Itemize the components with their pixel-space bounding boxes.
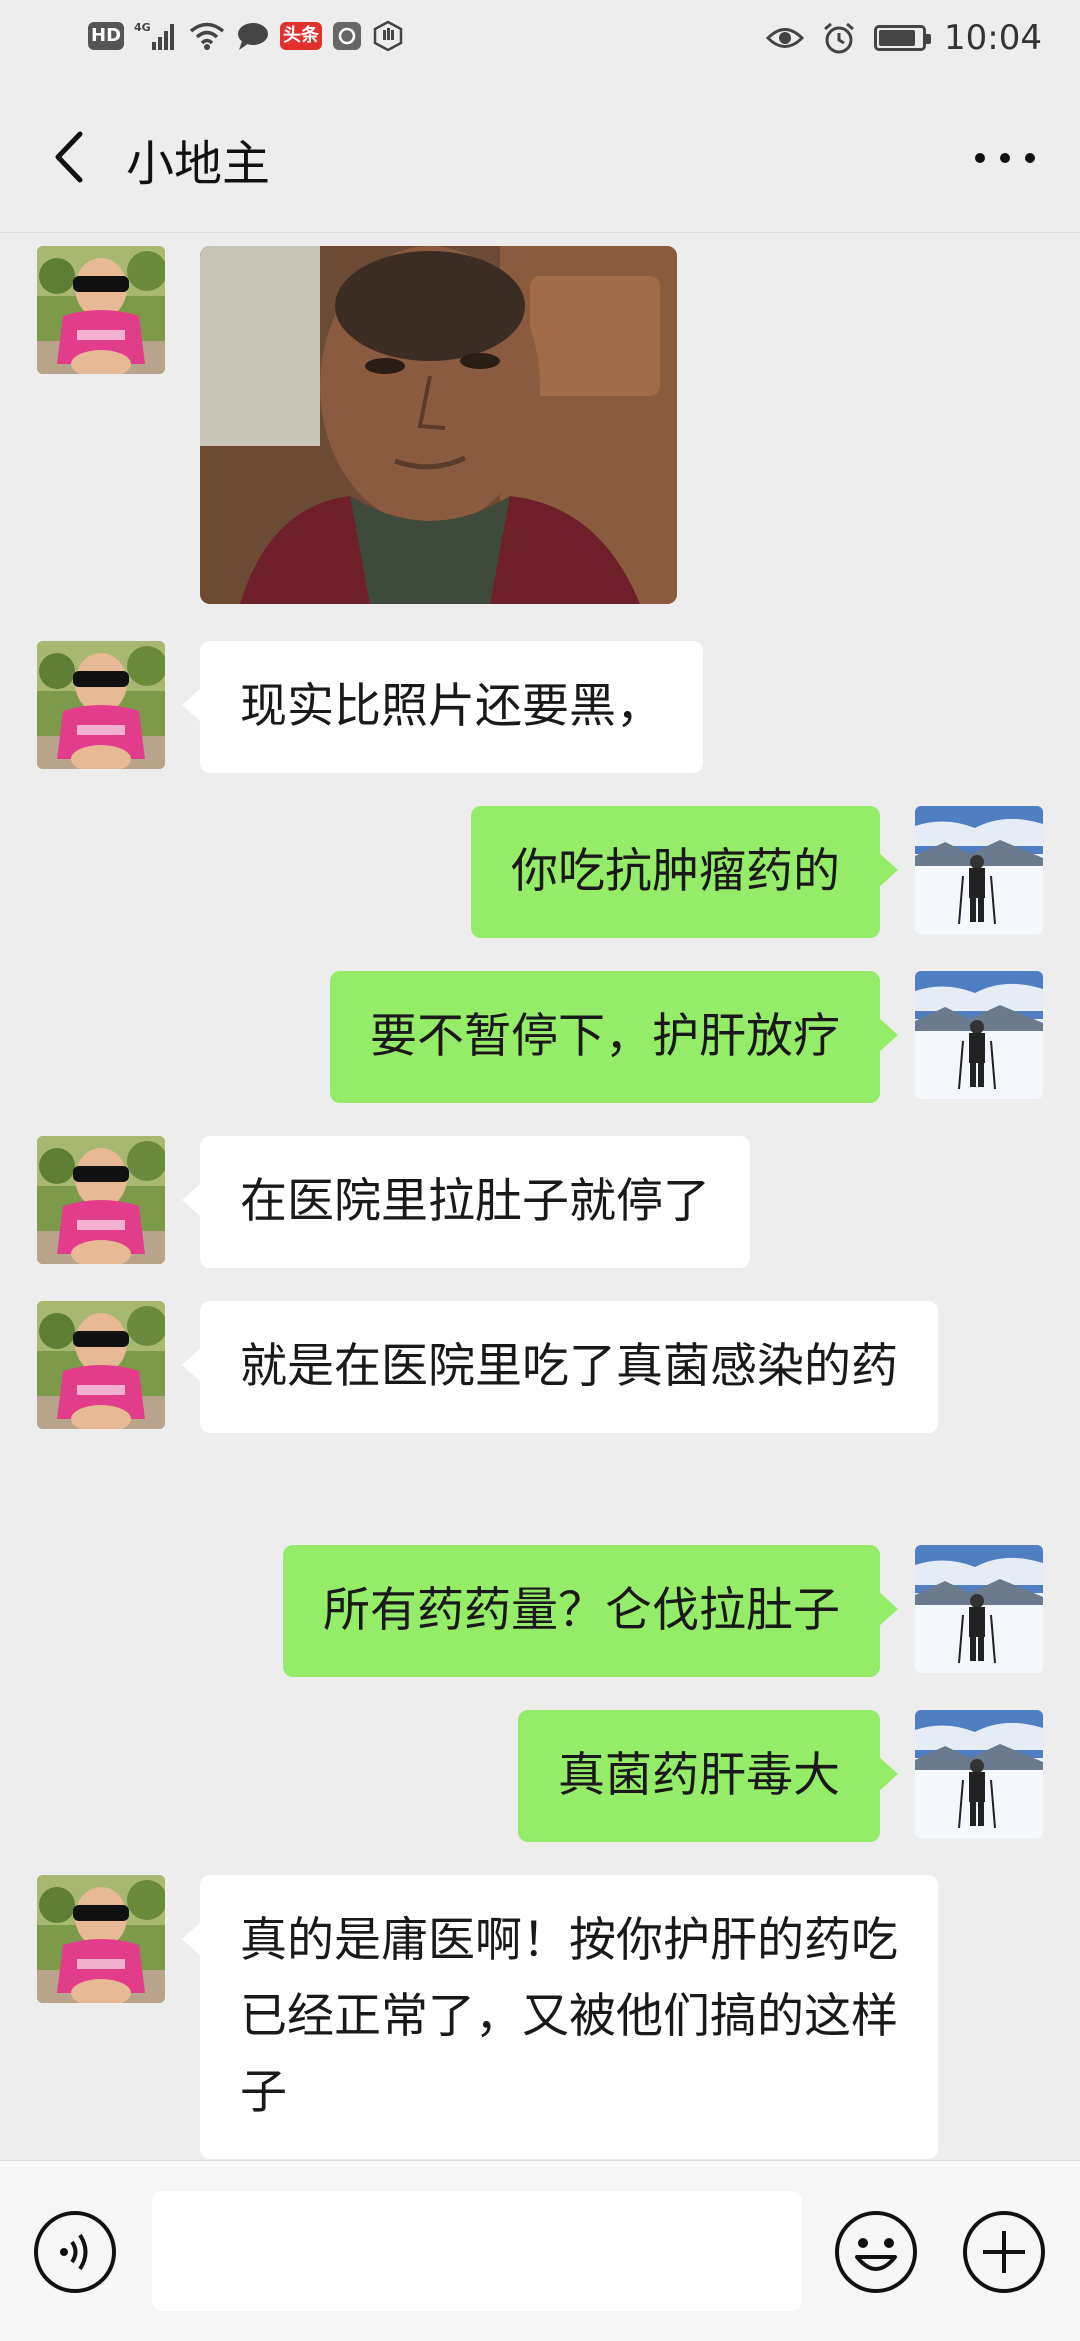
message-bubble-left[interactable]: 就是在医院里吃了真菌感染的药 (182, 1301, 938, 1433)
self-avatar[interactable] (915, 971, 1043, 1099)
message-bubble-left[interactable]: 在医院里拉肚子就停了 (182, 1136, 750, 1268)
status-right-icons: 10:04 (766, 18, 1042, 58)
hand-icon (373, 20, 403, 52)
input-bar (0, 2160, 1080, 2341)
plus-icon[interactable] (961, 2209, 1047, 2295)
contact-avatar[interactable] (37, 246, 165, 374)
self-avatar[interactable] (915, 806, 1043, 934)
message-bubble-right[interactable]: 所有药药量？仑伐拉肚子 (283, 1545, 898, 1677)
message-bubble-right[interactable]: 真菌药肝毒大 (518, 1710, 898, 1842)
message-bubble-right[interactable]: 要不暂停下，护肝放疗 (330, 971, 898, 1103)
message-bubble-left[interactable]: 现实比照片还要黑， (182, 641, 703, 773)
self-avatar[interactable] (915, 1545, 1043, 1673)
battery-icon (874, 25, 932, 51)
emoji-icon[interactable] (833, 2209, 919, 2295)
contact-avatar[interactable] (37, 641, 165, 769)
chat-title: 小地主 (126, 136, 271, 192)
contact-avatar[interactable] (37, 1301, 165, 1429)
message-bubble-left[interactable]: 真的是庸医啊！按你护肝的药吃已经正常了，又被他们搞的这样子 (182, 1875, 938, 2159)
contact-avatar[interactable] (37, 1875, 165, 2003)
hd-icon: HD (88, 22, 125, 50)
eye-icon (766, 28, 805, 48)
chevron-left-icon[interactable] (40, 122, 100, 192)
contact-avatar[interactable] (37, 1136, 165, 1264)
alarm-icon (824, 22, 854, 54)
status-bar: HD 4G 头条 10:04 (0, 0, 1080, 80)
chat-header: 小地主 (0, 80, 1080, 233)
self-avatar[interactable] (915, 1710, 1043, 1838)
status-time: 10:04 (944, 18, 1042, 58)
svg-text:4G: 4G (134, 21, 151, 34)
status-left-icons: HD 4G 头条 (88, 20, 404, 52)
message-icon (238, 23, 269, 50)
wifi-icon (189, 22, 225, 50)
4g-signal-icon: 4G (134, 21, 175, 50)
message-bubble-right[interactable]: 你吃抗肿瘤药的 (471, 806, 898, 938)
app-icon (333, 22, 362, 50)
message-input[interactable] (152, 2191, 802, 2311)
more-dots-icon[interactable] (970, 140, 1040, 176)
voice-icon[interactable] (32, 2209, 118, 2295)
chat-photo[interactable] (200, 246, 677, 604)
toutiao-icon: 头条 (280, 22, 323, 50)
